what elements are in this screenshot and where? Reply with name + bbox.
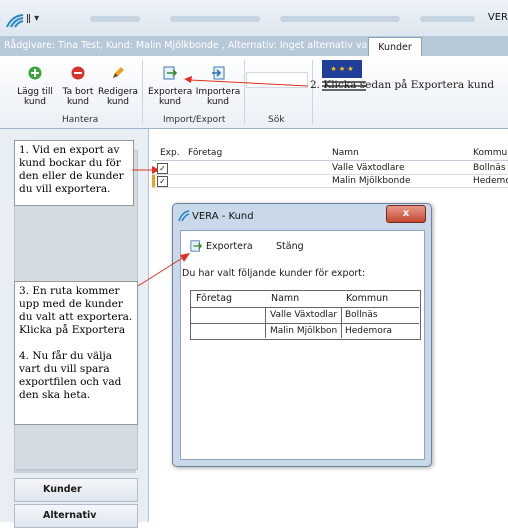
dialog-export-label: Exportera [206,240,253,252]
dialog-row-municipality: Hedemora [345,326,393,336]
current-row-marker [152,175,155,187]
row-municipality: Hedemora [473,176,508,186]
group-label-manage: Hantera [62,115,99,125]
edit-customer-button[interactable]: Redigera kund [98,66,138,107]
export-checkbox[interactable]: ✓ [157,163,168,174]
add-customer-button[interactable]: Lägg till kund [16,66,54,107]
remove-customer-label: Ta bort kund [62,87,94,107]
annotation-arrow [184,76,309,87]
dialog-row-name: Valle Växtodlar [270,310,338,320]
app-logo-icon [6,14,24,28]
pencil-icon [113,67,124,78]
col-exp[interactable]: Exp. [160,148,180,159]
annotation-step4: 4. Nu får du välja vart du vill spara ex… [19,350,122,401]
annotation-arrow [137,253,190,287]
annotation-step2: 2. Klicka sedan på Exportera kund [310,79,495,91]
dialog-export-button[interactable]: Exportera [190,240,253,252]
col-municipality[interactable]: Kommun [473,148,508,159]
annotation-step3-4: 3. En ruta kommer upp med de kunder du v… [14,281,138,425]
export-checkbox[interactable]: ✓ [157,176,168,187]
table-row[interactable] [152,175,508,188]
group-separator [142,60,143,124]
blurred-title-segment [280,16,400,22]
minus-icon [71,66,85,80]
remove-customer-button[interactable]: Ta bort kund [60,66,96,107]
col-company[interactable]: Företag [188,148,222,159]
row-municipality: Bollnäs [473,163,506,173]
dialog-prompt: Du har valt följande kunder för export: [182,268,366,279]
dialog-col-name: Namn [271,293,300,304]
column-divider [265,307,266,338]
row-name: Malin Mjölkbonde [332,176,411,186]
group-label-search: Sök [268,115,285,125]
row-name: Valle Växtodlare [332,163,405,173]
quick-access-toolbar[interactable]: ǁ ▾ [26,13,39,24]
plus-icon [28,66,42,80]
blurred-title-segment [90,16,140,22]
column-divider [341,307,342,338]
context-info: Rådgivare: Tina Test, Kund: Malin Mjölkb… [4,40,374,51]
app-logo-icon [178,210,190,222]
edit-customer-label: Redigera kund [98,87,139,107]
eu-flag-logo: ★ ★ ★ [322,60,362,78]
col-name[interactable]: Namn [332,148,359,159]
group-label-import-export: Import/Export [163,115,226,125]
nav-item-kunder[interactable]: Kunder [14,478,138,502]
blurred-title-segment [420,16,475,22]
annotation-step1: 1. Vid en export av kund bockar du för d… [14,140,134,206]
dialog-close-text-button[interactable]: Stäng [276,241,304,252]
table-row[interactable] [152,162,508,175]
dialog-row-name: Malin Mjölkbon [270,326,338,336]
dialog-col-company: Företag [196,293,233,304]
app-title: VER [487,12,508,23]
export-icon [163,66,178,80]
add-customer-label: Lägg till kund [17,87,53,107]
dialog-close-button[interactable]: x [386,205,426,223]
nav-item-alternativ[interactable]: Alternativ [14,504,138,528]
group-separator [312,60,313,124]
dialog-col-municipality: Kommun [346,293,389,304]
tab-kunder[interactable]: Kunder [368,37,422,57]
dialog-row-municipality: Bollnäs [345,310,378,320]
dialog-title: VERA - Kund [192,211,254,222]
blurred-title-segment [170,16,260,22]
dialog-body [180,230,425,460]
nav-splitter[interactable] [14,470,136,473]
export-icon [190,240,202,252]
annotation-step3: 3. En ruta kommer upp med de kunder du v… [19,285,133,336]
